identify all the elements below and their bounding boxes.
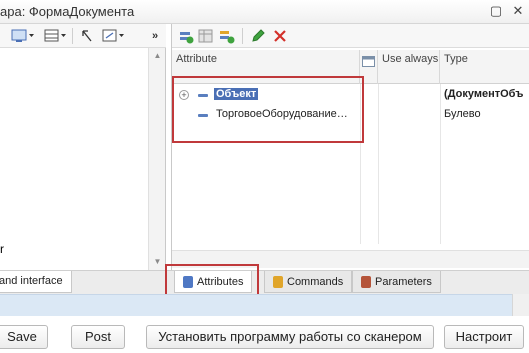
table-icon [198,29,213,43]
tab-attributes-label: Attributes [197,275,244,288]
more-icon[interactable]: » [148,27,162,45]
monitor-icon [11,29,34,42]
title-bar: ара: ФормаДокумента ▢ ✕ [0,0,529,24]
edit-button[interactable] [250,27,266,45]
column-use-always-label: Use always [382,53,439,65]
attributes-panel: Attribute Use always Type + Объект (Доку… [171,24,529,270]
column-use-always[interactable]: Use always [378,50,440,84]
tab-parameters[interactable]: Parameters [352,271,441,293]
parameters-icon [361,275,371,288]
toolbar-separator [72,28,73,44]
delete-icon [274,30,286,42]
column-attribute[interactable]: Attribute [172,50,360,84]
column-type-label: Type [444,53,468,65]
arrow-icon [82,30,92,42]
add-column-icon [220,31,235,44]
add-attribute-button[interactable] [178,27,194,45]
tab-command-interface[interactable]: and interface [0,271,72,293]
delete-button[interactable] [272,27,288,45]
tab-parameters-label: Parameters [375,275,432,288]
attributes-icon [183,275,193,288]
add-attribute-icon [180,32,194,44]
left-panel: » ▲ ▼ r [0,24,166,270]
attribute-name: ТорговоеОборудование… [216,108,348,120]
attributes-grid-header: Attribute Use always Type [172,50,529,84]
layout-button[interactable] [42,27,70,45]
resize-icon [102,29,124,42]
attribute-name: Объект [214,88,259,100]
expand-icon[interactable]: + [179,90,189,100]
column-view-icon[interactable] [360,50,378,84]
attributes-grid: + Объект (ДокументОбъ ТорговоеОборудован… [172,84,529,270]
form-buttons: Save Post Установить программу работы со… [0,316,529,353]
form-header-band [0,294,529,316]
column-attribute-label: Attribute [176,53,217,65]
attributes-toolbar [172,24,529,48]
toolbar-separator [242,28,243,44]
pencil-icon [252,29,265,42]
attribute-icon [198,94,208,97]
layout-icon [44,29,66,42]
table-row[interactable]: + Объект (ДокументОбъ [172,86,529,104]
left-panel-text: r [0,242,4,256]
post-button[interactable]: Post [71,325,125,349]
tab-commands-label: Commands [287,275,344,288]
resize-button[interactable] [100,27,128,45]
left-toolbar: » [0,24,166,48]
attribute-type: (ДокументОбъ [444,88,524,100]
close-icon[interactable]: ✕ [510,3,526,19]
add-column-button[interactable] [218,27,236,45]
commands-icon [273,275,283,288]
configure-button[interactable]: Настроит [444,325,524,349]
save-button[interactable]: Save [0,325,48,349]
right-tab-strip: Attributes Commands Parameters [166,270,529,294]
attribute-type: Булево [444,108,481,120]
tab-attributes[interactable]: Attributes [174,271,253,293]
install-scanner-button[interactable]: Установить программу работы со сканером [146,325,434,349]
add-table-button[interactable] [198,27,214,45]
minimize-icon[interactable]: ▢ [488,3,504,19]
left-tab-strip: and interface [0,270,166,294]
left-scrollbar[interactable]: ▲ ▼ [148,48,165,270]
horizontal-scrollbar[interactable] [172,250,529,268]
scroll-down-icon[interactable]: ▼ [149,254,166,270]
tab-commands[interactable]: Commands [264,271,353,293]
scroll-up-icon[interactable]: ▲ [149,48,166,64]
table-row[interactable]: ТорговоеОборудование… Булево [172,106,529,124]
column-type[interactable]: Type [440,50,529,84]
view-icon [362,56,375,67]
display-mode-button[interactable] [8,27,38,45]
move-button[interactable] [78,27,96,45]
window-title: ара: ФормаДокумента [0,4,135,19]
attribute-icon [198,114,208,117]
